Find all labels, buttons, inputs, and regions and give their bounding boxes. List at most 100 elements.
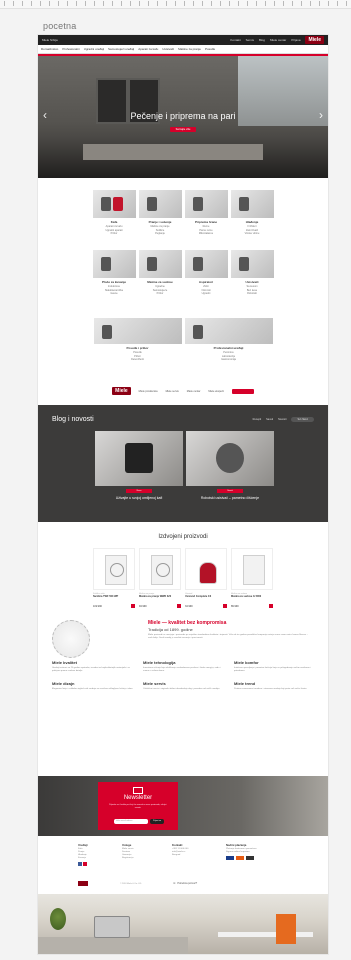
product-card[interactable]: Sušilica veša Sušilica TWF 500 WP 119.99… bbox=[93, 548, 135, 608]
hero-cta-button[interactable]: Saznajte više bbox=[170, 127, 196, 132]
blog-card-image[interactable] bbox=[95, 431, 183, 486]
category-link[interactable]: Pribor bbox=[139, 292, 182, 296]
topbar-link[interactable]: Kontakt bbox=[230, 38, 240, 42]
category-title[interactable]: Priprema hrane bbox=[185, 220, 228, 224]
product-name[interactable]: Mašina za sudove G 5000 bbox=[231, 595, 273, 598]
category-image bbox=[138, 250, 182, 278]
category-link[interactable]: Mikrotalasne bbox=[185, 232, 228, 236]
footer-link[interactable]: Registracija bbox=[122, 857, 166, 860]
category-link[interactable]: Deterdženti bbox=[94, 358, 182, 362]
ruler-tick bbox=[310, 1, 311, 6]
category-title[interactable]: Posuđe i pribor bbox=[94, 346, 182, 350]
about-paragraph: Miele proizvodi se razvijaju i proizvode… bbox=[148, 634, 308, 639]
newsletter-submit-button[interactable]: Prijavi se bbox=[150, 819, 164, 824]
category-title[interactable]: Profesionalni uređaji bbox=[185, 346, 273, 350]
footer-link[interactable]: Kuvanje bbox=[78, 857, 116, 860]
blog-tab[interactable]: Novosti bbox=[278, 418, 286, 421]
category-card[interactable]: Usisivači Sa kesom Bez kese Robotski bbox=[230, 250, 274, 310]
product-card[interactable]: Mašina za sudove Mašina za sudove G 5000… bbox=[231, 548, 273, 608]
category-card[interactable]: Aspiratori Zidni Ostrvski Ugradni bbox=[184, 250, 228, 310]
footer-link[interactable]: Beograd bbox=[172, 854, 220, 857]
table-image bbox=[218, 932, 313, 937]
ruler-tick bbox=[328, 1, 329, 6]
category-card[interactable]: Mašine za sudove Ugradne Samostojeće Pri… bbox=[138, 250, 182, 310]
feature-title: Miele kvalitet bbox=[52, 660, 77, 665]
product-image bbox=[139, 548, 181, 590]
ruler-tick bbox=[139, 1, 140, 6]
category-card[interactable]: Pranje i sušenje Mašine za pranje Sušili… bbox=[138, 190, 182, 250]
blog-card-image[interactable] bbox=[186, 431, 274, 486]
footer-strip-link[interactable]: Miele eksperti bbox=[208, 390, 223, 393]
footer-text: Sigurna online kupovina. bbox=[226, 851, 250, 853]
product-name[interactable]: Usisivač Complete C3 bbox=[185, 595, 227, 598]
category-grid: Kafa Aparati za kafu Ugradni aparati Pri… bbox=[38, 178, 328, 314]
category-title[interactable]: Mašine za sudove bbox=[139, 280, 182, 284]
category-image bbox=[184, 318, 273, 344]
nav-item[interactable]: Domaćinstvo bbox=[41, 47, 58, 51]
category-card[interactable]: Profesionalni uređaji Perionice Laborato… bbox=[184, 318, 273, 378]
miele-logo[interactable] bbox=[78, 881, 88, 886]
nav-item[interactable]: Samostojeći uređaji bbox=[108, 47, 134, 51]
category-title[interactable]: Kafa bbox=[93, 220, 136, 224]
ruler-tick bbox=[247, 1, 248, 6]
product-name[interactable]: Mašina za pranje WWD 320 bbox=[139, 595, 181, 598]
blog-tab-active[interactable]: Svi članci bbox=[291, 417, 314, 422]
nav-item[interactable]: Ugradni uređaji bbox=[84, 47, 104, 51]
category-card[interactable]: Priprema hrane Rerne Parne rerne Mikrota… bbox=[184, 190, 228, 250]
ruler-tick bbox=[283, 1, 284, 6]
topbar-link[interactable]: Miele centar bbox=[270, 38, 286, 42]
topbar-link[interactable]: Servis bbox=[246, 38, 254, 42]
newsletter-email-input[interactable]: Vaša email adresa bbox=[114, 819, 148, 824]
nav-item[interactable]: Profesionalni bbox=[62, 47, 79, 51]
help-link[interactable]: ✉ Potrebna pomoć? bbox=[173, 882, 197, 885]
category-title[interactable]: Pranje i sušenje bbox=[139, 220, 182, 224]
feature-text: Intuitivno upravljanje i pametne funkcij… bbox=[234, 667, 311, 672]
category-link[interactable]: Ugradni bbox=[185, 292, 228, 296]
category-card[interactable]: Posuđe i pribor Posuđe Pribor Deterdžent… bbox=[93, 318, 182, 378]
category-card[interactable]: Kafa Aparati za kafu Ugradni aparati Pri… bbox=[92, 190, 136, 250]
ruler-tick bbox=[211, 1, 212, 6]
category-title[interactable]: Hlađenje bbox=[231, 220, 274, 224]
ruler-tick bbox=[112, 1, 113, 6]
blog-tab[interactable]: Recepti bbox=[253, 418, 261, 421]
category-link[interactable]: Pribor bbox=[93, 232, 136, 236]
footer-strip-link[interactable]: Miele servis bbox=[166, 390, 179, 393]
miele-logo[interactable]: Miele bbox=[112, 387, 131, 395]
facebook-icon[interactable] bbox=[78, 862, 82, 866]
blog-card-title[interactable]: Uživajte u svojoj omiljenoj kafi bbox=[95, 496, 183, 500]
nav-item[interactable]: Aparati za kafu bbox=[138, 47, 158, 51]
youtube-icon[interactable] bbox=[83, 862, 87, 866]
ruler-tick bbox=[40, 1, 41, 6]
category-title[interactable]: Usisivači bbox=[231, 280, 274, 284]
nav-item[interactable]: Posuđe bbox=[205, 47, 215, 51]
footer-strip-link[interactable]: Miele centar bbox=[187, 390, 201, 393]
footer-strip-button[interactable] bbox=[231, 388, 254, 394]
page-label: pocetna bbox=[43, 21, 77, 31]
product-card[interactable]: Usisivač Usisivač Complete C3 34.990 bbox=[185, 548, 227, 608]
ruler-tick bbox=[202, 1, 203, 6]
category-card[interactable]: Hlađenje Frižideri Zamrzivači Vinske vit… bbox=[230, 190, 274, 250]
miele-logo[interactable]: Miele bbox=[305, 36, 324, 44]
footer-strip-link[interactable]: Miele prodavnica bbox=[139, 390, 158, 393]
category-link[interactable]: Vinske vitrine bbox=[231, 232, 274, 236]
category-link[interactable]: Gastronomija bbox=[185, 358, 273, 362]
social-icons bbox=[78, 862, 116, 866]
topbar-link[interactable]: Prijava bbox=[291, 38, 300, 42]
blog-tab[interactable]: Saveti bbox=[266, 418, 273, 421]
topbar-link[interactable]: Blog bbox=[259, 38, 265, 42]
category-link[interactable]: Peglanje bbox=[139, 232, 182, 236]
product-name[interactable]: Sušilica TWF 500 WP bbox=[93, 595, 135, 598]
category-title[interactable]: Aspiratori bbox=[185, 280, 228, 284]
topbar-left[interactable]: Miele Srbija bbox=[42, 38, 58, 42]
category-image bbox=[92, 190, 136, 218]
category-card[interactable]: Ploče za kuvanje Indukcione Staklokerami… bbox=[92, 250, 136, 310]
nav-item[interactable]: Usisivači bbox=[162, 47, 174, 51]
category-link[interactable]: Robotski bbox=[231, 292, 274, 296]
product-card[interactable]: Mašina za pranje Mašina za pranje WWD 32… bbox=[139, 548, 181, 608]
nav-item[interactable]: Mašine za pranje bbox=[178, 47, 201, 51]
category-title[interactable]: Ploče za kuvanje bbox=[93, 280, 136, 284]
category-link[interactable]: Gasne bbox=[93, 292, 136, 296]
blog-card-title[interactable]: Robotski usisivač – pametno čišćenje bbox=[186, 496, 274, 500]
hero-island bbox=[83, 144, 263, 160]
ruler-tick bbox=[157, 1, 158, 6]
